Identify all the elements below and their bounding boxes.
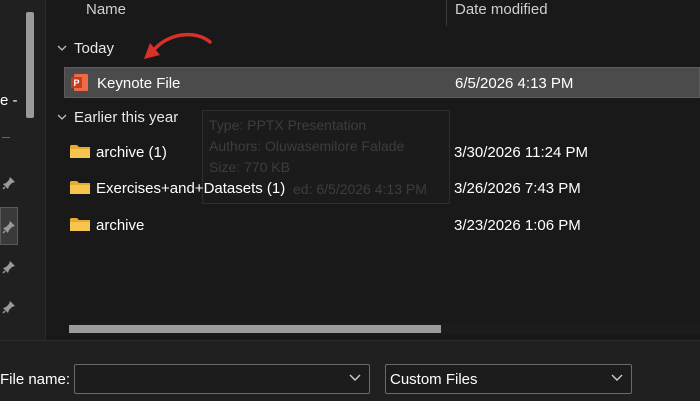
- group-header-earlier-this-year[interactable]: Earlier this year: [74, 109, 178, 126]
- annotation-arrow-icon: [144, 32, 212, 59]
- pptx-file-icon: P: [71, 74, 88, 91]
- column-header-name[interactable]: Name: [86, 0, 126, 24]
- svg-text:P: P: [73, 78, 79, 88]
- pin-icon[interactable]: [2, 300, 16, 314]
- file-row[interactable]: archive (1) 3/30/2026 11:24 PM: [64, 137, 700, 168]
- file-date: 6/5/2026 4:13 PM: [455, 75, 574, 92]
- chevron-down-icon[interactable]: [349, 374, 361, 382]
- file-date: 3/30/2026 11:24 PM: [454, 144, 588, 161]
- folder-icon: [70, 145, 90, 158]
- file-name: Exercises+and+Datasets (1): [96, 180, 286, 197]
- file-type-filter-select[interactable]: Custom Files: [385, 364, 632, 394]
- group-header-today[interactable]: Today: [74, 40, 114, 57]
- file-date: 3/23/2026 1:06 PM: [454, 217, 581, 234]
- column-header-date-modified[interactable]: Date modified: [455, 0, 548, 24]
- file-name: archive: [96, 217, 145, 234]
- file-name-label: File name:: [0, 371, 71, 388]
- file-name: archive (1): [96, 144, 167, 161]
- dialog-footer: File name: Custom Files: [0, 340, 700, 401]
- folder-icon: [70, 181, 90, 194]
- pin-icon[interactable]: [2, 176, 16, 190]
- chevron-down-icon[interactable]: [57, 43, 67, 53]
- horizontal-scrollbar-thumb[interactable]: [69, 325, 441, 333]
- nav-divider: [2, 137, 10, 138]
- column-divider[interactable]: [446, 0, 447, 26]
- pin-icon[interactable]: [2, 260, 16, 274]
- file-type-filter-value[interactable]: Custom Files: [390, 371, 478, 388]
- file-row-selected[interactable]: P Keynote File 6/5/2026 4:13 PM: [64, 67, 700, 98]
- nav-scrollbar[interactable]: [26, 12, 34, 118]
- file-row[interactable]: archive 3/23/2026 1:06 PM: [64, 210, 700, 241]
- file-row[interactable]: Exercises+and+Datasets (1) 3/26/2026 7:4…: [64, 173, 700, 204]
- file-name: Keynote File: [97, 75, 181, 92]
- file-name-combobox[interactable]: [74, 364, 370, 394]
- tooltip-type: Type: PPTX Presentation: [209, 117, 367, 133]
- file-date: 3/26/2026 7:43 PM: [454, 180, 581, 197]
- file-dialog: e - Name Date modified Today P Keynote F…: [0, 0, 700, 401]
- pin-icon[interactable]: [2, 220, 16, 234]
- chevron-down-icon[interactable]: [57, 112, 67, 122]
- navigation-pane: e -: [0, 0, 46, 340]
- nav-item-label[interactable]: e -: [0, 92, 18, 109]
- folder-icon: [70, 218, 90, 231]
- chevron-down-icon[interactable]: [611, 374, 623, 382]
